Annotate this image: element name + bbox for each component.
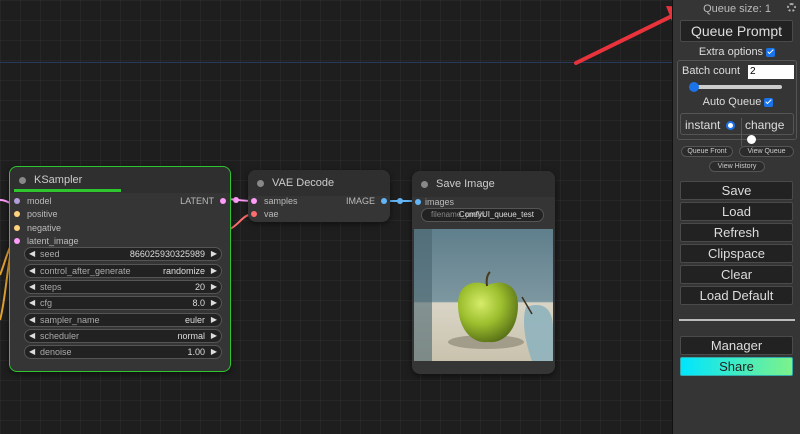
clear-button[interactable]: Clear (680, 265, 793, 284)
ksampler-title: KSampler (34, 174, 83, 186)
apple-image (414, 229, 553, 361)
decrement-icon[interactable]: ◀ (29, 330, 35, 342)
settings-gear-icon[interactable] (787, 3, 796, 12)
widget-seed[interactable]: ◀ seed 866025930325989 ▶ (24, 247, 222, 261)
filename-prefix-widget[interactable]: filename_prefix ComfyUI_queue_test (421, 208, 544, 222)
save-button[interactable]: Save (680, 181, 793, 200)
queue-prompt-button[interactable]: Queue Prompt (680, 20, 793, 42)
manager-button[interactable]: Manager (680, 336, 793, 355)
share-button[interactable]: Share (680, 357, 793, 376)
input-latent-image[interactable]: latent_image (14, 235, 79, 247)
extra-options-box: Batch count 2 Auto Queue instant change (677, 60, 798, 146)
widget-sampler-name[interactable]: ◀ sampler_name euler ▶ (24, 313, 222, 327)
menu-panel: Queue size: 1 Queue Prompt Extra options… (672, 0, 800, 434)
extra-options-checkbox[interactable] (766, 47, 776, 57)
widget-scheduler[interactable]: ◀ scheduler normal ▶ (24, 329, 222, 343)
input-negative[interactable]: negative (14, 222, 61, 234)
save-image-title: Save Image (436, 178, 495, 190)
increment-icon[interactable]: ▶ (211, 281, 217, 293)
output-latent[interactable]: LATENT (180, 195, 226, 207)
image-preview (414, 229, 553, 361)
output-image[interactable]: IMAGE (346, 195, 387, 207)
decrement-icon[interactable]: ◀ (29, 281, 35, 293)
widget-control-after-generate[interactable]: ◀ control_after_generate randomize ▶ (24, 264, 222, 278)
vae-decode-title-bar[interactable]: VAE Decode (248, 170, 390, 196)
collapse-dot-icon[interactable] (19, 177, 26, 184)
slider-thumb[interactable] (689, 82, 699, 92)
queue-size: Queue size: 1 (703, 3, 771, 15)
instant-radio-icon[interactable] (725, 121, 735, 131)
change-option[interactable]: change (741, 118, 793, 146)
input-vae[interactable]: vae (251, 208, 279, 220)
queue-front-button[interactable]: Queue Front (681, 146, 733, 157)
load-default-button[interactable]: Load Default (680, 286, 793, 305)
vae-decode-node[interactable]: VAE Decode samples vae IMAGE (248, 170, 390, 222)
input-images[interactable]: images (415, 196, 454, 208)
refresh-button[interactable]: Refresh (680, 223, 793, 242)
instant-option[interactable]: instant (685, 118, 735, 132)
view-queue-button[interactable]: View Queue (739, 146, 794, 157)
increment-icon[interactable]: ▶ (211, 314, 217, 326)
input-model[interactable]: model (14, 195, 52, 207)
decrement-icon[interactable]: ◀ (29, 297, 35, 309)
collapse-dot-icon[interactable] (257, 180, 264, 187)
menu-divider (679, 319, 795, 321)
input-positive[interactable]: positive (14, 208, 58, 220)
auto-queue-row[interactable]: Auto Queue (678, 96, 798, 108)
increment-icon[interactable]: ▶ (211, 330, 217, 342)
collapse-dot-icon[interactable] (421, 181, 428, 188)
load-button[interactable]: Load (680, 202, 793, 221)
widget-denoise[interactable]: ◀ denoise 1.00 ▶ (24, 345, 222, 359)
batch-count-slider[interactable] (689, 82, 782, 92)
progress-bar (14, 189, 121, 192)
extra-options-row[interactable]: Extra options (673, 46, 800, 58)
decrement-icon[interactable]: ◀ (29, 248, 35, 260)
auto-queue-mode-box: instant change (680, 113, 794, 146)
increment-icon[interactable]: ▶ (211, 248, 217, 260)
widget-steps[interactable]: ◀ steps 20 ▶ (24, 280, 222, 294)
ksampler-node[interactable]: KSampler model positive negative latent_… (9, 166, 231, 372)
decrement-icon[interactable]: ◀ (29, 314, 35, 326)
decrement-icon[interactable]: ◀ (29, 346, 35, 358)
view-history-button[interactable]: View History (709, 161, 765, 172)
batch-count-row: Batch count (682, 65, 741, 77)
widget-cfg[interactable]: ◀ cfg 8.0 ▶ (24, 296, 222, 310)
decrement-icon[interactable]: ◀ (29, 265, 35, 277)
increment-icon[interactable]: ▶ (211, 265, 217, 277)
change-radio-icon[interactable] (747, 135, 756, 145)
save-image-title-bar[interactable]: Save Image (412, 171, 555, 197)
auto-queue-checkbox[interactable] (764, 97, 774, 107)
input-samples[interactable]: samples (251, 195, 298, 207)
save-image-node[interactable]: Save Image images filename_prefix ComfyU… (412, 171, 555, 374)
batch-count-input[interactable]: 2 (748, 65, 794, 79)
vae-decode-title: VAE Decode (272, 177, 335, 189)
clipspace-button[interactable]: Clipspace (680, 244, 793, 263)
increment-icon[interactable]: ▶ (211, 346, 217, 358)
increment-icon[interactable]: ▶ (211, 297, 217, 309)
